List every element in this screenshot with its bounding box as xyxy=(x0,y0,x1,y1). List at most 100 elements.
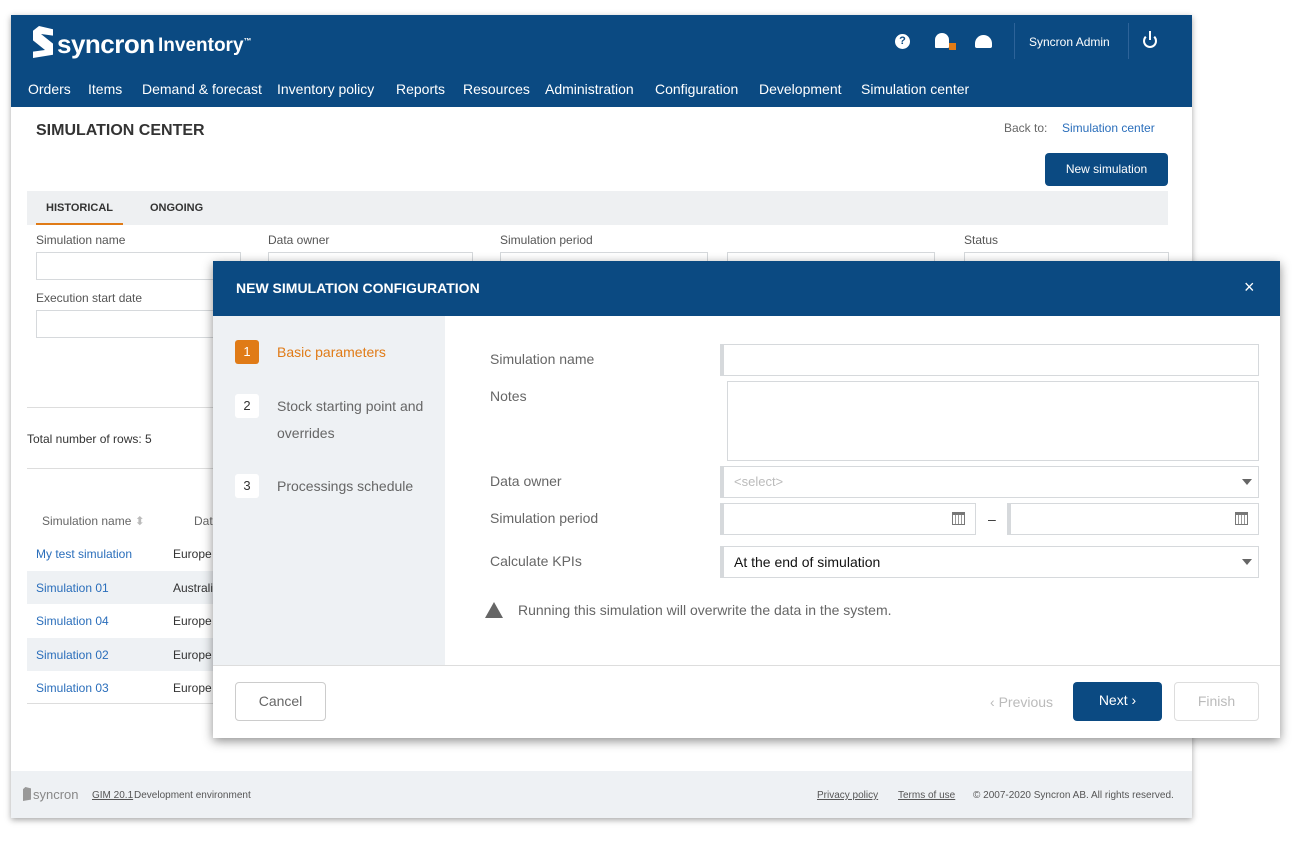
previous-label: Previous xyxy=(998,694,1054,710)
simulation-period-label: Simulation period xyxy=(490,510,599,526)
simulation-name-input[interactable] xyxy=(720,344,1259,376)
filter-execution-start-input[interactable] xyxy=(36,310,241,338)
dashboard-icon[interactable] xyxy=(975,35,992,48)
product-label: Inventory xyxy=(158,35,244,56)
footer-logo-icon xyxy=(23,787,31,801)
nav-resources[interactable]: Resources xyxy=(463,81,530,97)
data-owner-label: Data owner xyxy=(490,473,562,489)
notes-label: Notes xyxy=(490,388,527,404)
filter-execution-start-label: Execution start date xyxy=(36,291,143,305)
back-to-label: Back to: xyxy=(1004,121,1048,135)
nav-reports[interactable]: Reports xyxy=(396,81,445,97)
syncron-logo-icon xyxy=(33,26,53,58)
user-name[interactable]: Syncron Admin xyxy=(1029,35,1110,49)
tm: ™ xyxy=(243,36,252,46)
bell-icon[interactable] xyxy=(935,33,949,48)
dialog-title: NEW SIMULATION CONFIGURATION xyxy=(236,280,480,296)
chevron-down-icon xyxy=(1242,559,1252,570)
new-simulation-dialog: NEW SIMULATION CONFIGURATION × 1 Basic pa… xyxy=(213,261,1280,738)
top-header: syncron Inventory™ ? Syncron Admin Order… xyxy=(11,15,1192,107)
step-number: 3 xyxy=(235,474,259,498)
terms-link[interactable]: Terms of use xyxy=(898,790,955,801)
previous-button: ‹ Previous xyxy=(990,694,1053,710)
simulation-link[interactable]: Simulation 04 xyxy=(36,614,109,628)
simulation-link[interactable]: My test simulation xyxy=(36,547,132,561)
sort-icon[interactable]: ⬍ xyxy=(135,514,145,528)
calculate-kpis-label: Calculate KPIs xyxy=(490,553,582,569)
chevron-left-icon: ‹ xyxy=(990,694,999,710)
step-label: Processings schedule xyxy=(277,478,414,494)
divider xyxy=(1128,23,1129,59)
filter-data-owner-label: Data owner xyxy=(268,233,330,247)
help-icon[interactable]: ? xyxy=(895,34,910,49)
step-basic-parameters[interactable]: 1 Basic parameters xyxy=(235,339,386,366)
nav-development[interactable]: Development xyxy=(759,81,842,97)
nav-administration[interactable]: Administration xyxy=(545,81,634,97)
divider xyxy=(1014,23,1015,59)
period-start-input[interactable] xyxy=(720,503,976,535)
calendar-icon[interactable] xyxy=(952,512,965,525)
simulation-link[interactable]: Simulation 03 xyxy=(36,681,109,695)
finish-button: Finish xyxy=(1174,682,1259,721)
tab-ongoing[interactable]: ONGOING xyxy=(141,191,212,214)
data-owner-cell: Europe xyxy=(173,547,212,561)
step-processings-schedule[interactable]: 3 Processings schedule xyxy=(235,473,413,500)
period-end-input[interactable] xyxy=(1007,503,1259,535)
total-rows: Total number of rows: 5 xyxy=(27,432,152,446)
data-owner-cell: Europe xyxy=(173,614,212,628)
filter-simulation-period-label: Simulation period xyxy=(500,233,593,247)
data-owner-cell: Europe xyxy=(173,681,212,695)
warning-text: Running this simulation will overwrite t… xyxy=(518,602,892,618)
nav-demand-forecast[interactable]: Demand & forecast xyxy=(142,81,262,97)
calendar-icon[interactable] xyxy=(1235,512,1248,525)
notification-badge xyxy=(949,43,956,50)
step-stock-starting-point[interactable]: 2 Stock starting point and overrides xyxy=(235,393,435,447)
filter-simulation-name-input[interactable] xyxy=(36,252,241,280)
calculate-kpis-value: At the end of simulation xyxy=(734,554,881,570)
wizard-steps: 1 Basic parameters 2 Stock starting point … xyxy=(213,316,445,665)
environment-label: Development environment xyxy=(134,790,251,801)
chevron-down-icon xyxy=(1242,479,1252,490)
nav-inventory-policy[interactable]: Inventory policy xyxy=(277,81,374,97)
copyright: © 2007-2020 Syncron AB. All rights reser… xyxy=(973,790,1174,801)
tab-historical[interactable]: HISTORICAL xyxy=(36,191,124,225)
simulation-name-label: Simulation name xyxy=(490,351,595,367)
nav-simulation-center[interactable]: Simulation center xyxy=(861,81,969,97)
close-icon[interactable]: × xyxy=(1244,277,1255,298)
filter-simulation-name-label: Simulation name xyxy=(36,233,126,247)
step-number: 2 xyxy=(235,394,259,418)
footer-brand: syncron xyxy=(33,787,79,802)
page-title: SIMULATION CENTER xyxy=(36,122,205,139)
step-number: 1 xyxy=(235,340,259,364)
version-link[interactable]: GIM 20.1 xyxy=(92,790,133,801)
col-header-simulation-name[interactable]: Simulation name ⬍ xyxy=(42,514,145,528)
filter-status-label: Status xyxy=(964,233,999,247)
nav-items[interactable]: Items xyxy=(88,81,122,97)
back-to-link[interactable]: Simulation center xyxy=(1062,121,1155,135)
page-footer: syncron GIM 20.1 Development environment… xyxy=(11,771,1192,818)
power-icon-bar xyxy=(1149,31,1151,40)
next-label: Next xyxy=(1098,692,1128,708)
dialog-header: NEW SIMULATION CONFIGURATION × xyxy=(213,261,1280,316)
chevron-right-icon: › xyxy=(1127,692,1137,708)
nav-orders[interactable]: Orders xyxy=(28,81,71,97)
new-simulation-button[interactable]: New simulation xyxy=(1045,153,1168,186)
notes-textarea[interactable] xyxy=(727,381,1259,461)
next-button[interactable]: Next › xyxy=(1073,682,1162,721)
step-label: Stock starting point and overrides xyxy=(277,398,424,441)
data-owner-select[interactable]: <select> xyxy=(720,466,1259,498)
data-owner-cell: Europe xyxy=(173,648,212,662)
simulation-link[interactable]: Simulation 02 xyxy=(36,648,109,662)
period-separator: – xyxy=(988,511,996,527)
cancel-button[interactable]: Cancel xyxy=(235,682,326,721)
col-header-label: Simulation name xyxy=(42,514,132,528)
product-name: Inventory™ xyxy=(158,35,252,57)
warning-icon xyxy=(485,602,503,618)
brand-name: syncron xyxy=(57,29,155,59)
dialog-footer-divider xyxy=(213,665,1280,666)
privacy-link[interactable]: Privacy policy xyxy=(817,790,878,801)
calculate-kpis-select[interactable]: At the end of simulation xyxy=(720,546,1259,578)
nav-configuration[interactable]: Configuration xyxy=(655,81,738,97)
data-owner-placeholder: <select> xyxy=(734,474,784,489)
simulation-link[interactable]: Simulation 01 xyxy=(36,581,109,595)
